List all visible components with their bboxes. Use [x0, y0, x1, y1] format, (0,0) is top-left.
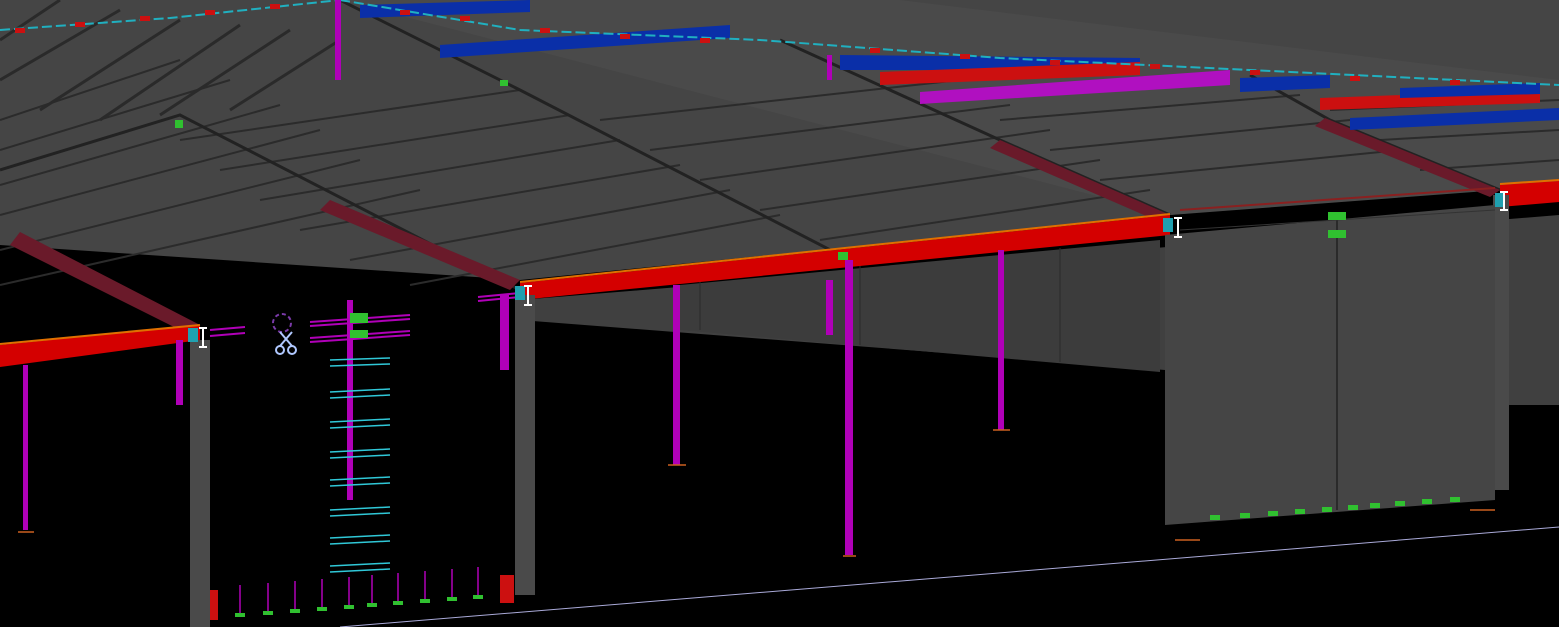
red-footing — [500, 575, 514, 603]
red-footing-left — [210, 590, 218, 620]
right-wall-panel — [1165, 187, 1496, 525]
3d-model-viewport[interactable] — [0, 0, 1559, 627]
